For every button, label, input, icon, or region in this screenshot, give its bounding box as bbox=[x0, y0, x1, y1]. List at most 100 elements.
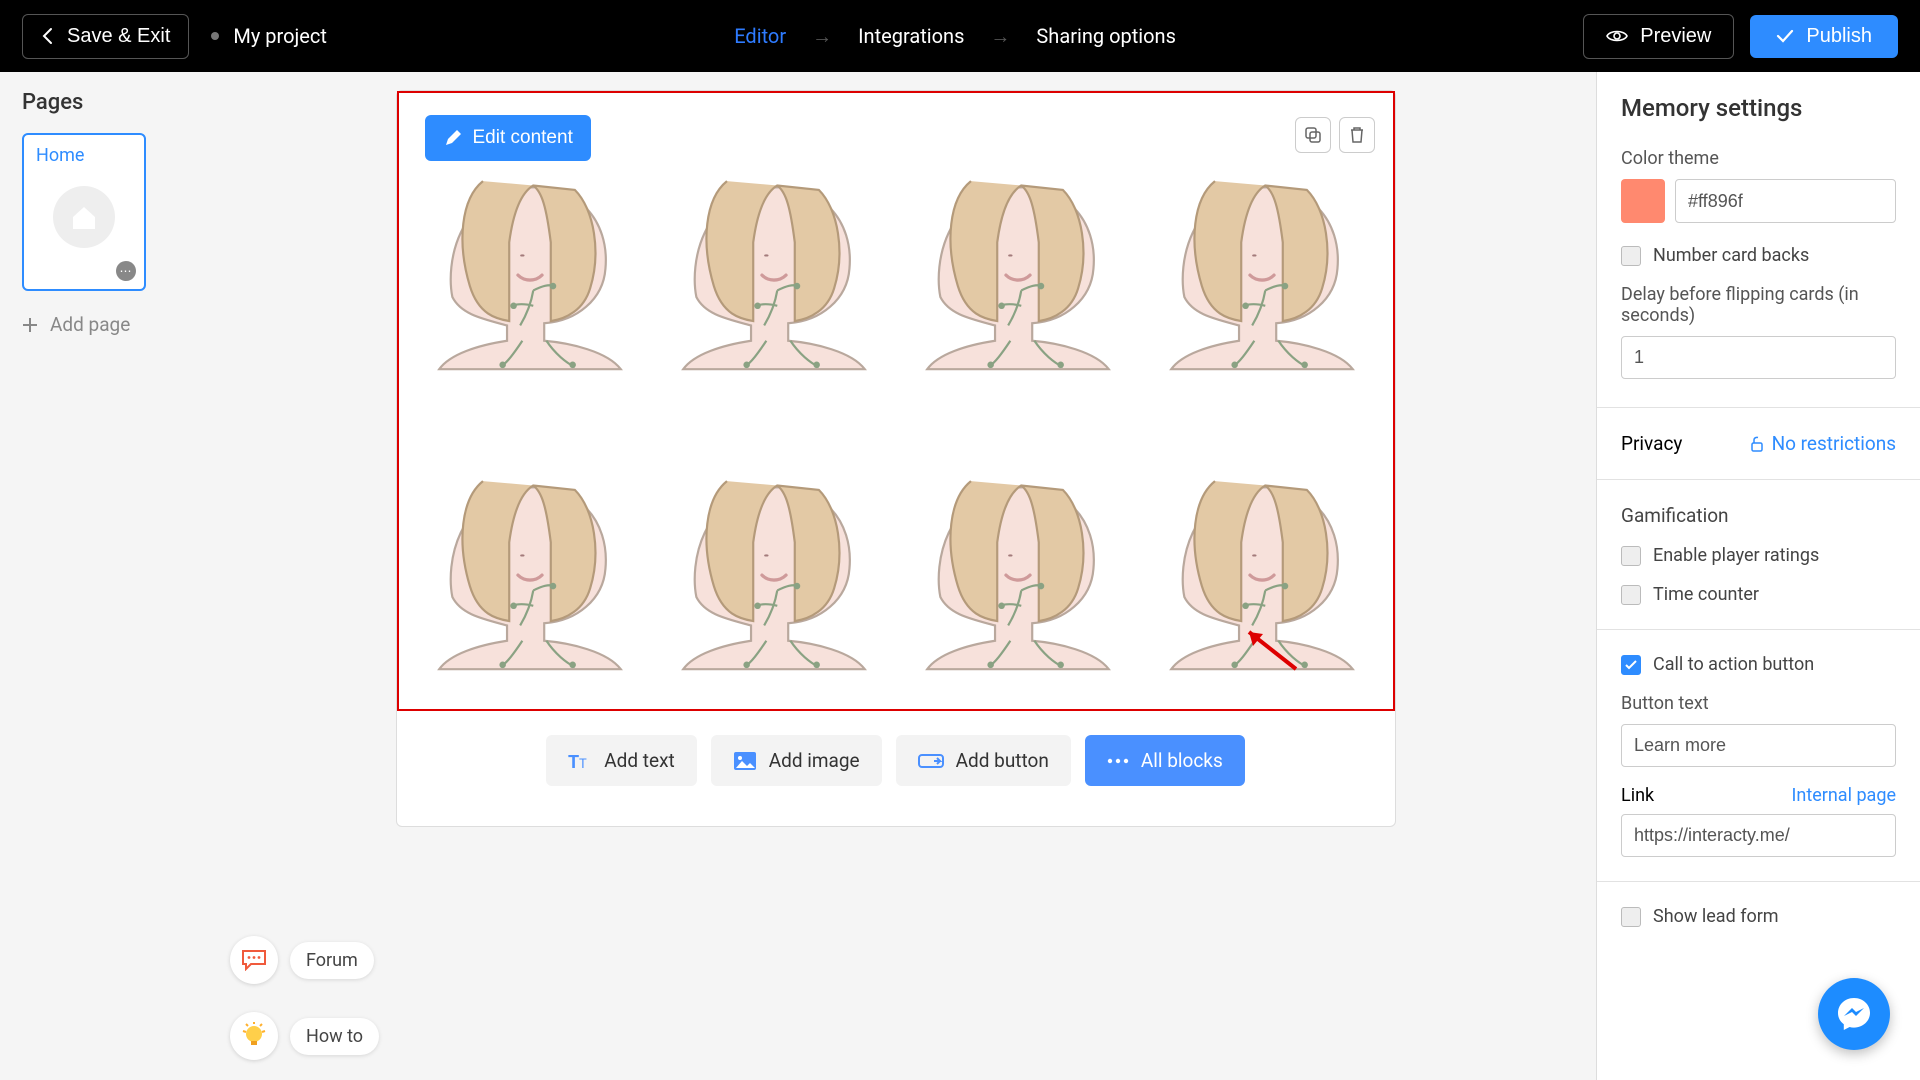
cta-label: Call to action button bbox=[1653, 654, 1814, 675]
all-blocks-button[interactable]: All blocks bbox=[1085, 735, 1245, 786]
delay-input[interactable] bbox=[1621, 336, 1896, 379]
time-counter-label: Time counter bbox=[1653, 584, 1759, 605]
dots-icon bbox=[1107, 757, 1129, 765]
add-block-bar: TT Add text Add image Add button All blo… bbox=[397, 735, 1395, 786]
duplicate-button[interactable] bbox=[1295, 117, 1331, 153]
panel-title: Memory settings bbox=[1621, 94, 1896, 122]
eye-icon bbox=[1606, 28, 1628, 44]
save-exit-label: Save & Exit bbox=[67, 25, 170, 48]
privacy-value[interactable]: No restrictions bbox=[1750, 432, 1896, 455]
internal-page-link[interactable]: Internal page bbox=[1792, 785, 1897, 806]
check-icon bbox=[1776, 29, 1794, 43]
number-card-backs-checkbox[interactable]: Number card backs bbox=[1621, 245, 1896, 266]
checkbox-icon bbox=[1621, 907, 1641, 927]
add-image-label: Add image bbox=[769, 749, 860, 772]
checkbox-icon bbox=[1621, 546, 1641, 566]
image-icon bbox=[733, 751, 757, 771]
help-pills: Forum How to bbox=[230, 936, 379, 1060]
forum-button[interactable] bbox=[230, 936, 278, 984]
add-text-label: Add text bbox=[604, 749, 674, 772]
page-card-home[interactable]: Home ⋯ bbox=[22, 133, 146, 291]
unsaved-dot-icon bbox=[211, 32, 219, 40]
pages-title: Pages bbox=[22, 90, 173, 115]
step-nav: Editor → Integrations → Sharing options bbox=[734, 24, 1176, 49]
memory-card-grid bbox=[413, 105, 1379, 695]
svg-text:T: T bbox=[579, 757, 587, 772]
project-name-label: My project bbox=[233, 24, 327, 48]
unlock-icon bbox=[1750, 436, 1764, 452]
publish-label: Publish bbox=[1806, 25, 1872, 48]
arrow-right-icon: → bbox=[812, 24, 832, 49]
time-counter-checkbox[interactable]: Time counter bbox=[1621, 584, 1896, 605]
number-card-backs-label: Number card backs bbox=[1653, 245, 1809, 266]
page-more-icon[interactable]: ⋯ bbox=[116, 261, 136, 281]
memory-card[interactable] bbox=[657, 405, 891, 695]
gamification-label: Gamification bbox=[1621, 504, 1896, 527]
lightbulb-icon bbox=[242, 1022, 266, 1050]
all-blocks-label: All blocks bbox=[1141, 749, 1223, 772]
step-sharing[interactable]: Sharing options bbox=[1036, 24, 1175, 48]
page-card-label: Home bbox=[36, 145, 132, 166]
color-theme-label: Color theme bbox=[1621, 148, 1896, 169]
text-icon: TT bbox=[568, 750, 592, 772]
pages-sidebar: Pages Home ⋯ Add page bbox=[0, 72, 195, 1080]
memory-card[interactable] bbox=[1145, 405, 1379, 695]
forum-label[interactable]: Forum bbox=[290, 942, 374, 979]
button-icon bbox=[918, 752, 944, 770]
add-text-button[interactable]: TT Add text bbox=[546, 735, 696, 786]
link-label: Link bbox=[1621, 785, 1654, 806]
howto-label[interactable]: How to bbox=[290, 1018, 379, 1055]
memory-card[interactable] bbox=[901, 105, 1135, 395]
home-icon bbox=[53, 186, 115, 248]
checkbox-icon bbox=[1621, 585, 1641, 605]
step-integrations[interactable]: Integrations bbox=[858, 24, 964, 48]
trash-icon bbox=[1349, 126, 1365, 144]
add-page-button[interactable]: Add page bbox=[22, 313, 173, 336]
enable-ratings-checkbox[interactable]: Enable player ratings bbox=[1621, 545, 1896, 566]
memory-card[interactable] bbox=[657, 105, 891, 395]
messenger-icon bbox=[1835, 995, 1873, 1033]
preview-label: Preview bbox=[1640, 25, 1711, 48]
plus-icon bbox=[22, 317, 38, 333]
arrow-right-icon: → bbox=[990, 24, 1010, 49]
canvas: Edit content bbox=[396, 90, 1396, 827]
step-editor[interactable]: Editor bbox=[734, 24, 786, 48]
show-lead-form-checkbox[interactable]: Show lead form bbox=[1621, 906, 1896, 927]
howto-button[interactable] bbox=[230, 1012, 278, 1060]
add-page-label: Add page bbox=[50, 313, 130, 336]
top-bar: Save & Exit My project Editor → Integrat… bbox=[0, 0, 1920, 72]
cta-checkbox[interactable]: Call to action button bbox=[1621, 654, 1896, 675]
add-button-button[interactable]: Add button bbox=[896, 735, 1071, 786]
enable-ratings-label: Enable player ratings bbox=[1653, 545, 1819, 566]
privacy-label: Privacy bbox=[1621, 432, 1682, 455]
memory-card[interactable] bbox=[413, 405, 647, 695]
project-name[interactable]: My project bbox=[211, 24, 327, 48]
chat-icon bbox=[241, 949, 267, 971]
edit-content-label: Edit content bbox=[473, 127, 573, 149]
pencil-icon bbox=[443, 128, 463, 148]
color-swatch[interactable] bbox=[1621, 179, 1665, 223]
chat-fab[interactable] bbox=[1818, 978, 1890, 1050]
copy-icon bbox=[1304, 126, 1322, 144]
show-lead-form-label: Show lead form bbox=[1653, 906, 1779, 927]
memory-card[interactable] bbox=[901, 405, 1135, 695]
preview-button[interactable]: Preview bbox=[1583, 14, 1734, 59]
button-text-label: Button text bbox=[1621, 693, 1896, 714]
chevron-left-icon bbox=[41, 27, 55, 45]
svg-text:T: T bbox=[568, 752, 579, 772]
link-input[interactable] bbox=[1621, 814, 1896, 857]
delay-label: Delay before flipping cards (in seconds) bbox=[1621, 284, 1896, 326]
checkbox-icon bbox=[1621, 246, 1641, 266]
memory-block[interactable]: Edit content bbox=[397, 91, 1395, 711]
edit-content-button[interactable]: Edit content bbox=[425, 115, 591, 161]
save-exit-button[interactable]: Save & Exit bbox=[22, 14, 189, 59]
button-text-input[interactable] bbox=[1621, 724, 1896, 767]
settings-panel: Memory settings Color theme Number card … bbox=[1596, 72, 1920, 1080]
publish-button[interactable]: Publish bbox=[1750, 15, 1898, 58]
checkbox-checked-icon bbox=[1621, 655, 1641, 675]
canvas-area: Edit content bbox=[195, 72, 1596, 1080]
add-image-button[interactable]: Add image bbox=[711, 735, 882, 786]
add-button-label: Add button bbox=[956, 749, 1049, 772]
delete-button[interactable] bbox=[1339, 117, 1375, 153]
color-input[interactable] bbox=[1675, 179, 1896, 223]
